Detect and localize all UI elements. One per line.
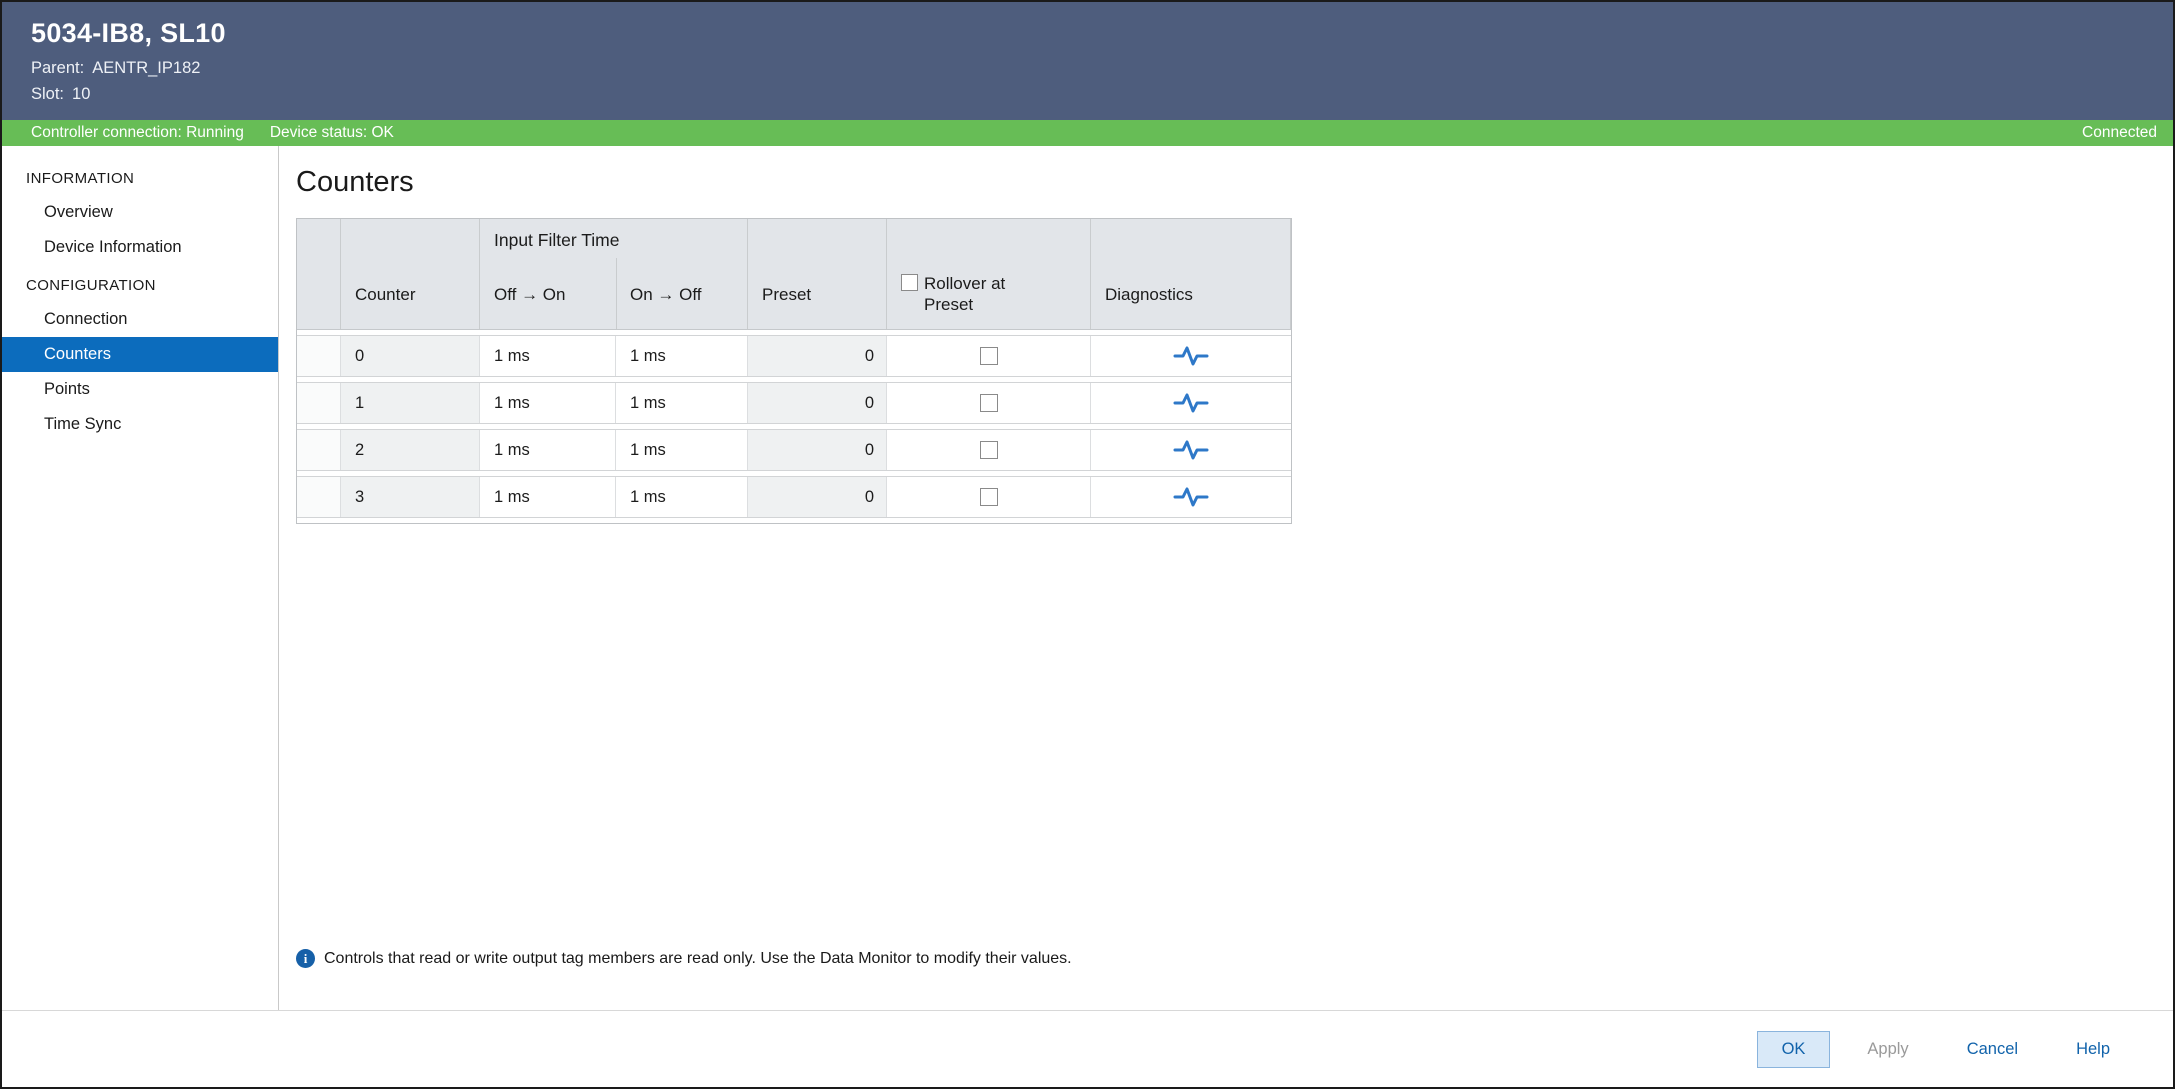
table-row: 2 1 ms 1 ms 0 <box>297 429 1291 471</box>
on-off-cell[interactable]: 1 ms <box>616 383 748 423</box>
parent-value: AENTR_IP182 <box>92 59 200 77</box>
sidebar-item-overview[interactable]: Overview <box>2 195 278 230</box>
column-header-preset: Preset <box>748 219 887 329</box>
off-on-cell[interactable]: 1 ms <box>480 477 616 517</box>
content-area: INFORMATION Overview Device Information … <box>2 146 2173 1010</box>
diagnostics-cell <box>1091 477 1291 517</box>
row-selector-cell[interactable] <box>297 477 341 517</box>
window-title: 5034-IB8, SL10 <box>31 18 2173 49</box>
sidebar-item-points[interactable]: Points <box>2 372 278 407</box>
device-status: Device status: OK <box>270 124 394 142</box>
rollover-all-checkbox[interactable] <box>901 274 918 291</box>
main-panel: Counters Counter Off → On On → Off Prese… <box>279 146 2173 1010</box>
off-on-cell[interactable]: 1 ms <box>480 383 616 423</box>
sidebar: INFORMATION Overview Device Information … <box>2 146 279 1010</box>
table-row: 3 1 ms 1 ms 0 <box>297 476 1291 518</box>
group-header-input-filter-time: Input Filter Time <box>494 230 619 251</box>
preset-cell: 0 <box>748 430 887 470</box>
apply-button[interactable]: Apply <box>1846 1031 1929 1068</box>
on-off-cell[interactable]: 1 ms <box>616 477 748 517</box>
row-selector-cell[interactable] <box>297 336 341 376</box>
diagnostics-icon[interactable] <box>1173 345 1209 367</box>
counter-cell: 2 <box>341 430 480 470</box>
diagnostics-cell <box>1091 336 1291 376</box>
column-header-on-off: On → Off <box>616 219 748 329</box>
sidebar-item-device-information[interactable]: Device Information <box>2 230 278 265</box>
page-title: Counters <box>296 166 2173 199</box>
on-off-cell[interactable]: 1 ms <box>616 336 748 376</box>
preset-cell: 0 <box>748 477 887 517</box>
controller-connection-status: Controller connection: Running <box>31 124 244 142</box>
counter-cell: 3 <box>341 477 480 517</box>
cancel-button[interactable]: Cancel <box>1946 1031 2039 1068</box>
parent-label: Parent: <box>31 59 84 77</box>
rollover-checkbox[interactable] <box>980 441 998 459</box>
sidebar-section-configuration: CONFIGURATION <box>2 265 278 302</box>
table-row: 1 1 ms 1 ms 0 <box>297 382 1291 424</box>
off-on-cell[interactable]: 1 ms <box>480 336 616 376</box>
rollover-checkbox[interactable] <box>980 488 998 506</box>
preset-cell: 0 <box>748 336 887 376</box>
parent-line: Parent: AENTR_IP182 <box>31 59 2173 78</box>
rollover-cell <box>887 430 1091 470</box>
slot-label: Slot: <box>31 85 64 103</box>
connection-state: Connected <box>2082 124 2157 142</box>
row-selector-header <box>297 219 341 329</box>
on-off-cell[interactable]: 1 ms <box>616 430 748 470</box>
row-selector-cell[interactable] <box>297 430 341 470</box>
table-row: 0 1 ms 1 ms 0 <box>297 335 1291 377</box>
row-selector-cell[interactable] <box>297 383 341 423</box>
counter-cell: 0 <box>341 336 480 376</box>
counter-cell: 1 <box>341 383 480 423</box>
slot-value: 10 <box>72 85 90 103</box>
rollover-checkbox[interactable] <box>980 347 998 365</box>
column-header-counter: Counter <box>341 219 480 329</box>
module-properties-window: 5034-IB8, SL10 Parent: AENTR_IP182 Slot: 1… <box>0 0 2175 1089</box>
rollover-checkbox[interactable] <box>980 394 998 412</box>
note-text: Controls that read or write output tag m… <box>324 950 1072 968</box>
off-on-cell[interactable]: 1 ms <box>480 430 616 470</box>
sidebar-section-information: INFORMATION <box>2 158 278 195</box>
ok-button[interactable]: OK <box>1757 1031 1831 1068</box>
sidebar-item-connection[interactable]: Connection <box>2 302 278 337</box>
column-header-diagnostics: Diagnostics <box>1091 219 1291 329</box>
table-header: Counter Off → On On → Off Preset Rollove… <box>297 219 1291 330</box>
diagnostics-cell <box>1091 430 1291 470</box>
rollover-cell <box>887 477 1091 517</box>
slot-line: Slot: 10 <box>31 85 2173 104</box>
info-note: i Controls that read or write output tag… <box>296 949 1072 968</box>
sidebar-item-time-sync[interactable]: Time Sync <box>2 407 278 442</box>
sidebar-item-counters[interactable]: Counters <box>2 337 278 372</box>
preset-cell: 0 <box>748 383 887 423</box>
column-divider <box>616 258 617 329</box>
footer: OK Apply Cancel Help <box>2 1010 2173 1087</box>
status-bar: Controller connection: Running Device st… <box>2 120 2173 146</box>
diagnostics-icon[interactable] <box>1173 486 1209 508</box>
column-header-rollover: Rollover at Preset <box>887 219 1091 329</box>
rollover-cell <box>887 336 1091 376</box>
info-icon: i <box>296 949 315 968</box>
diagnostics-icon[interactable] <box>1173 439 1209 461</box>
titlebar: 5034-IB8, SL10 Parent: AENTR_IP182 Slot: 1… <box>2 2 2173 120</box>
diagnostics-cell <box>1091 383 1291 423</box>
help-button[interactable]: Help <box>2055 1031 2131 1068</box>
counters-table: Counter Off → On On → Off Preset Rollove… <box>296 218 1292 524</box>
diagnostics-icon[interactable] <box>1173 392 1209 414</box>
rollover-cell <box>887 383 1091 423</box>
